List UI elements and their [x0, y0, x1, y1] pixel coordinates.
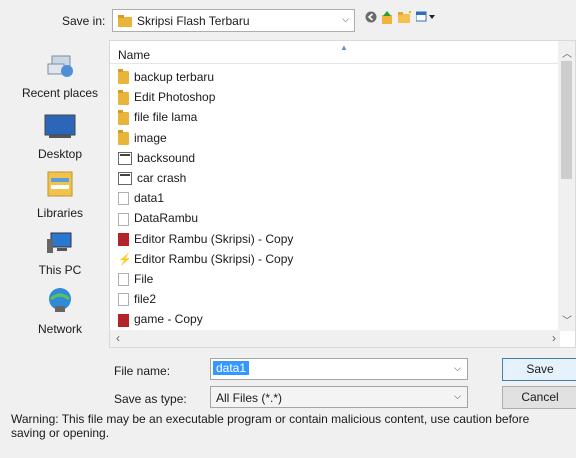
- folder-icon: [118, 109, 129, 125]
- folder-icon: [118, 15, 132, 30]
- list-item[interactable]: image: [118, 128, 293, 148]
- place-label: This PC: [38, 263, 82, 277]
- file-name-value: data1: [213, 361, 250, 375]
- item-name: file file lama: [134, 110, 198, 125]
- document-icon: [118, 212, 129, 226]
- chevron-down-icon[interactable]: ⌵: [454, 363, 461, 374]
- save-in-dropdown[interactable]: Skripsi Flash Terbaru ⌵: [112, 9, 355, 32]
- save-as-type-label: Save as type:: [114, 392, 187, 406]
- back-icon[interactable]: [365, 11, 377, 26]
- item-name: car crash: [137, 170, 187, 185]
- folder-icon: [118, 129, 129, 145]
- document-icon: [118, 192, 129, 206]
- list-item[interactable]: backsound: [118, 148, 293, 168]
- up-folder-icon[interactable]: [381, 11, 393, 27]
- item-name: backup terbaru: [134, 70, 215, 84]
- list-item[interactable]: DataRambu: [118, 208, 293, 228]
- place-label: Network: [37, 322, 82, 336]
- list-item[interactable]: car crash: [118, 168, 293, 188]
- folder-icon: [118, 89, 129, 105]
- network-icon: [10, 286, 110, 317]
- item-name: file2: [134, 292, 157, 307]
- flash-file-icon: [118, 172, 132, 186]
- place-label: Recent places: [21, 86, 99, 100]
- chevron-down-icon[interactable]: ⌵: [454, 391, 461, 402]
- file-list[interactable]: Name ▲ backup terbaru Edit Photoshop fil…: [109, 40, 576, 348]
- item-name: Editor Rambu (Skripsi) - Copy: [134, 251, 294, 266]
- document-icon: [118, 273, 129, 287]
- flash-file-icon: [118, 152, 132, 166]
- scroll-left-icon[interactable]: ‹: [116, 331, 120, 345]
- this-pc-icon: [10, 231, 110, 258]
- list-item[interactable]: file2: [118, 289, 293, 309]
- list-item[interactable]: backup terbaru: [118, 67, 293, 87]
- column-header-name[interactable]: Name ▲: [110, 41, 575, 64]
- new-folder-icon[interactable]: [398, 10, 412, 26]
- scroll-up-icon[interactable]: ︿: [562, 45, 572, 60]
- place-label: Desktop: [37, 147, 83, 161]
- fla-file-icon: [118, 232, 129, 246]
- save-button[interactable]: Save: [502, 358, 576, 381]
- list-item[interactable]: Editor Rambu (Skripsi) - Copy: [118, 249, 294, 270]
- list-item[interactable]: Edit Photoshop: [118, 87, 293, 107]
- file-name-input[interactable]: data1 ⌵: [210, 358, 468, 380]
- vertical-scroll-thumb[interactable]: [561, 61, 572, 179]
- item-name: DataRambu: [134, 211, 199, 226]
- item-name: backsound: [137, 150, 196, 165]
- column-name-label: Name: [118, 48, 151, 62]
- item-name: Edit Photoshop: [134, 90, 216, 105]
- folder-icon: [118, 69, 129, 85]
- list-item[interactable]: Editor Rambu (Skripsi) - Copy: [118, 229, 293, 249]
- view-menu-icon[interactable]: [415, 11, 438, 26]
- cancel-button[interactable]: Cancel: [502, 386, 576, 409]
- place-this-pc[interactable]: This PC: [10, 231, 110, 277]
- libraries-icon: [10, 168, 110, 201]
- item-name: Editor Rambu (Skripsi) - Copy: [134, 231, 294, 246]
- swf-file-icon: [118, 250, 132, 270]
- chevron-down-icon: ⌵: [342, 14, 349, 24]
- recent-places-icon: [10, 50, 110, 81]
- vertical-scrollbar[interactable]: ︿ ﹀: [558, 41, 575, 331]
- document-icon: [118, 293, 129, 307]
- item-name: File: [134, 271, 154, 286]
- item-name: image: [134, 130, 167, 145]
- scroll-down-icon[interactable]: ﹀: [562, 312, 572, 327]
- save-in-label: Save in:: [62, 14, 106, 28]
- list-item[interactable]: file file lama: [118, 107, 293, 127]
- warning-text: Warning: This file may be an executable …: [11, 412, 530, 440]
- horizontal-scrollbar[interactable]: ‹ ›: [110, 330, 560, 347]
- place-recent-places[interactable]: Recent places: [10, 50, 110, 100]
- list-item[interactable]: File: [118, 269, 293, 289]
- file-name-label: File name:: [114, 364, 171, 378]
- save-as-type-value: All Files (*.*): [216, 391, 283, 405]
- list-item[interactable]: game - Copy: [118, 309, 293, 329]
- sort-up-icon: ▲: [340, 43, 348, 52]
- place-network[interactable]: Network: [10, 286, 110, 336]
- save-as-type-select[interactable]: All Files (*.*) ⌵: [210, 386, 468, 408]
- item-name: data1: [134, 191, 165, 206]
- place-desktop[interactable]: Desktop: [10, 113, 110, 161]
- place-label: Libraries: [36, 206, 84, 220]
- desktop-icon: [10, 113, 110, 142]
- scroll-right-icon[interactable]: ›: [552, 331, 556, 345]
- place-libraries[interactable]: Libraries: [10, 168, 110, 220]
- list-item[interactable]: data1: [118, 188, 293, 208]
- current-folder-name: Skripsi Flash Terbaru: [137, 14, 250, 28]
- fla-file-icon: [118, 313, 129, 327]
- item-name: game - Copy: [134, 312, 203, 327]
